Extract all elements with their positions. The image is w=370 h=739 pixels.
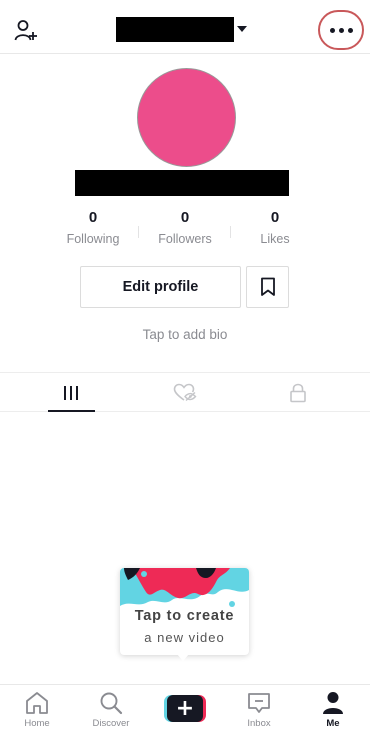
stat-likes[interactable]: 0 Likes [229,208,321,250]
nav-label: Discover [92,718,130,729]
stat-label: Following [66,232,120,246]
more-dots-icon [329,27,353,33]
username-redacted [116,16,234,42]
bio-prompt[interactable]: Tap to add bio [0,327,370,342]
profile-tabs [0,372,370,412]
stat-value: 0 [88,209,98,226]
tab-videos[interactable] [10,373,133,412]
create-button[interactable]: + [164,695,206,722]
nav-create[interactable]: + [148,685,222,739]
tab-liked[interactable] [123,373,246,412]
create-video-tooltip[interactable]: Tap to create a new video [120,568,249,661]
username-switcher[interactable] [116,16,247,42]
grid-icon [64,385,78,400]
nav-inbox[interactable]: Inbox [222,685,296,739]
stat-following[interactable]: 0 Following [47,208,139,250]
plus-icon: + [175,696,195,721]
search-icon [100,692,123,715]
active-tab-indicator [48,410,95,412]
inbox-icon [248,693,270,713]
bookmark-icon [260,277,275,296]
edit-profile-button[interactable]: Edit profile [80,266,241,308]
nav-discover[interactable]: Discover [74,685,148,739]
stat-followers[interactable]: 0 Followers [139,208,231,250]
nav-me[interactable]: Me [296,685,370,739]
nav-home[interactable]: Home [0,685,74,739]
stat-value: 0 [180,209,190,226]
profile-stats: 0 Following 0 Followers 0 Likes [46,208,324,252]
stat-label: Likes [260,232,290,246]
lock-icon [289,383,306,402]
avatar[interactable] [137,68,236,167]
nav-label: Inbox [247,718,271,729]
add-user-icon[interactable] [14,18,40,44]
hidden-heart-icon [173,383,196,401]
bottom-nav: Home Discover + Inbox Me [0,684,370,739]
create-subtitle: a new video [144,630,225,645]
nav-label: Home [24,718,50,729]
favorites-button[interactable] [246,266,289,308]
stat-value: 0 [270,209,280,226]
chevron-down-icon [237,26,247,32]
display-name-redacted [75,170,289,196]
tooltip-arrow [177,654,189,661]
create-title: Tap to create [134,608,235,624]
top-bar [0,0,370,54]
tab-private[interactable] [236,373,359,412]
more-options-button[interactable] [318,10,364,50]
nav-label: Me [326,718,340,729]
home-icon [26,692,48,714]
person-icon [323,692,343,714]
stat-label: Followers [158,232,212,246]
